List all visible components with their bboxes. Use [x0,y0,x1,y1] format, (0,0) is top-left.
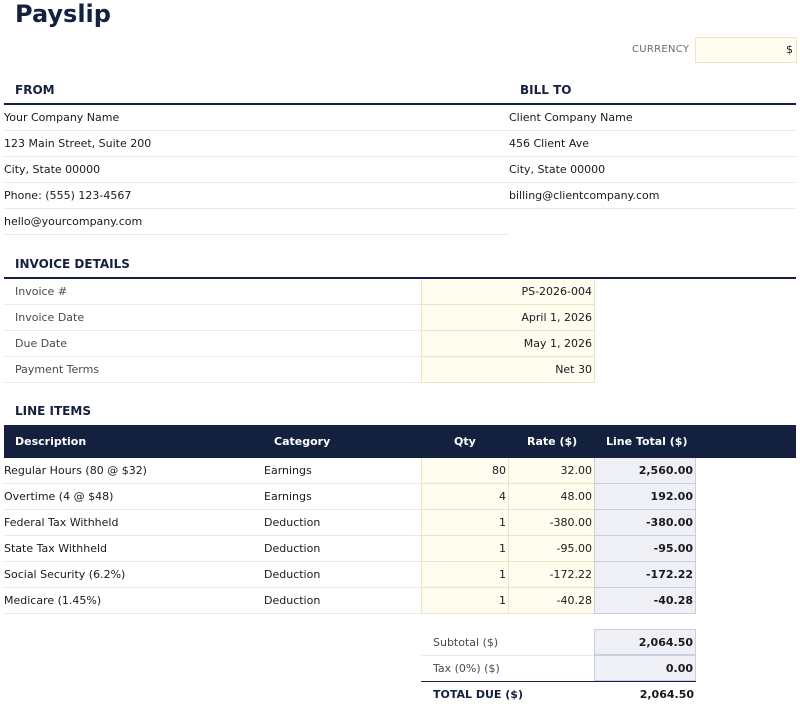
table-row: Federal Tax Withheld Deduction 1 -380.00… [4,510,796,536]
line-items-header: Description Category Qty Rate ($) Line T… [4,425,796,458]
row-divider [4,382,421,383]
table-row: Medicare (1.45%) Deduction 1 -40.28 -40.… [4,588,796,614]
item-rate-field[interactable]: 48.00 [508,484,594,510]
column-header-rate: Rate ($) [527,435,578,448]
column-header-qty: Qty [454,435,476,448]
item-rate-field[interactable]: -380.00 [508,510,594,536]
payment-terms-label: Payment Terms [15,363,100,376]
item-line-total: -95.00 [594,536,696,562]
item-category: Deduction [262,510,421,536]
tax-label: Tax (0%) ($) [433,662,500,675]
item-qty-field[interactable]: 1 [421,510,508,536]
column-header-category: Category [274,435,331,448]
item-category: Deduction [262,588,421,614]
from-line: Phone: (555) 123-4567 [4,183,509,209]
bill-to-line: Client Company Name [509,105,796,131]
invoice-details-heading: INVOICE DETAILS [15,257,130,271]
bill-to-heading: BILL TO [520,83,572,97]
item-qty-field[interactable]: 4 [421,484,508,510]
payment-terms-field[interactable]: Net 30 [421,357,595,383]
table-row: State Tax Withheld Deduction 1 -95.00 -9… [4,536,796,562]
item-rate-field[interactable]: -172.22 [508,562,594,588]
item-line-total: -172.22 [594,562,696,588]
item-qty-field[interactable]: 1 [421,562,508,588]
item-line-total: 192.00 [594,484,696,510]
column-header-line-total: Line Total ($) [606,435,688,448]
from-heading: FROM [15,83,55,97]
currency-input[interactable]: $ [695,37,797,63]
column-header-description: Description [15,435,87,448]
item-line-total: -40.28 [594,588,696,614]
table-row: Overtime (4 @ $48) Earnings 4 48.00 192.… [4,484,796,510]
item-category: Deduction [262,562,421,588]
item-qty-field[interactable]: 1 [421,588,508,614]
invoice-date-label: Invoice Date [15,311,85,324]
from-line: 123 Main Street, Suite 200 [4,131,509,157]
item-rate-field[interactable]: 32.00 [508,458,594,484]
item-description: Federal Tax Withheld [4,510,262,536]
bill-to-line: City, State 00000 [509,157,796,183]
item-description: Overtime (4 @ $48) [4,484,262,510]
item-description: Medicare (1.45%) [4,588,262,614]
currency-label: CURRENCY [632,44,690,55]
subtotal-label: Subtotal ($) [433,636,499,649]
bill-to-line: billing@clientcompany.com [509,183,796,209]
total-due-value: 2,064.50 [639,688,694,701]
item-category: Earnings [262,484,421,510]
invoice-number-label: Invoice # [15,285,68,298]
total-due-label: TOTAL DUE ($) [433,688,523,701]
subtotal-value: 2,064.50 [594,629,696,655]
item-line-total: 2,560.00 [594,458,696,484]
table-row: Social Security (6.2%) Deduction 1 -172.… [4,562,796,588]
from-line: City, State 00000 [4,157,509,183]
due-date-field[interactable]: May 1, 2026 [421,331,595,357]
item-description: Regular Hours (80 @ $32) [4,458,262,484]
item-description: State Tax Withheld [4,536,262,562]
item-rate-field[interactable]: -40.28 [508,588,594,614]
bill-to-line: 456 Client Ave [509,131,796,157]
due-date-label: Due Date [15,337,67,350]
invoice-details-divider [4,277,796,279]
item-description: Social Security (6.2%) [4,562,262,588]
item-category: Deduction [262,536,421,562]
invoice-date-field[interactable]: April 1, 2026 [421,305,595,331]
line-items-heading: LINE ITEMS [15,404,91,418]
table-row: Regular Hours (80 @ $32) Earnings 80 32.… [4,458,796,484]
from-line: Your Company Name [4,105,509,131]
page-title: Payslip [15,0,111,28]
item-rate-field[interactable]: -95.00 [508,536,594,562]
from-line: hello@yourcompany.com [4,209,509,235]
invoice-number-field[interactable]: PS-2026-004 [421,279,595,305]
item-line-total: -380.00 [594,510,696,536]
item-qty-field[interactable]: 1 [421,536,508,562]
item-qty-field[interactable]: 80 [421,458,508,484]
item-category: Earnings [262,458,421,484]
tax-value: 0.00 [594,655,696,681]
